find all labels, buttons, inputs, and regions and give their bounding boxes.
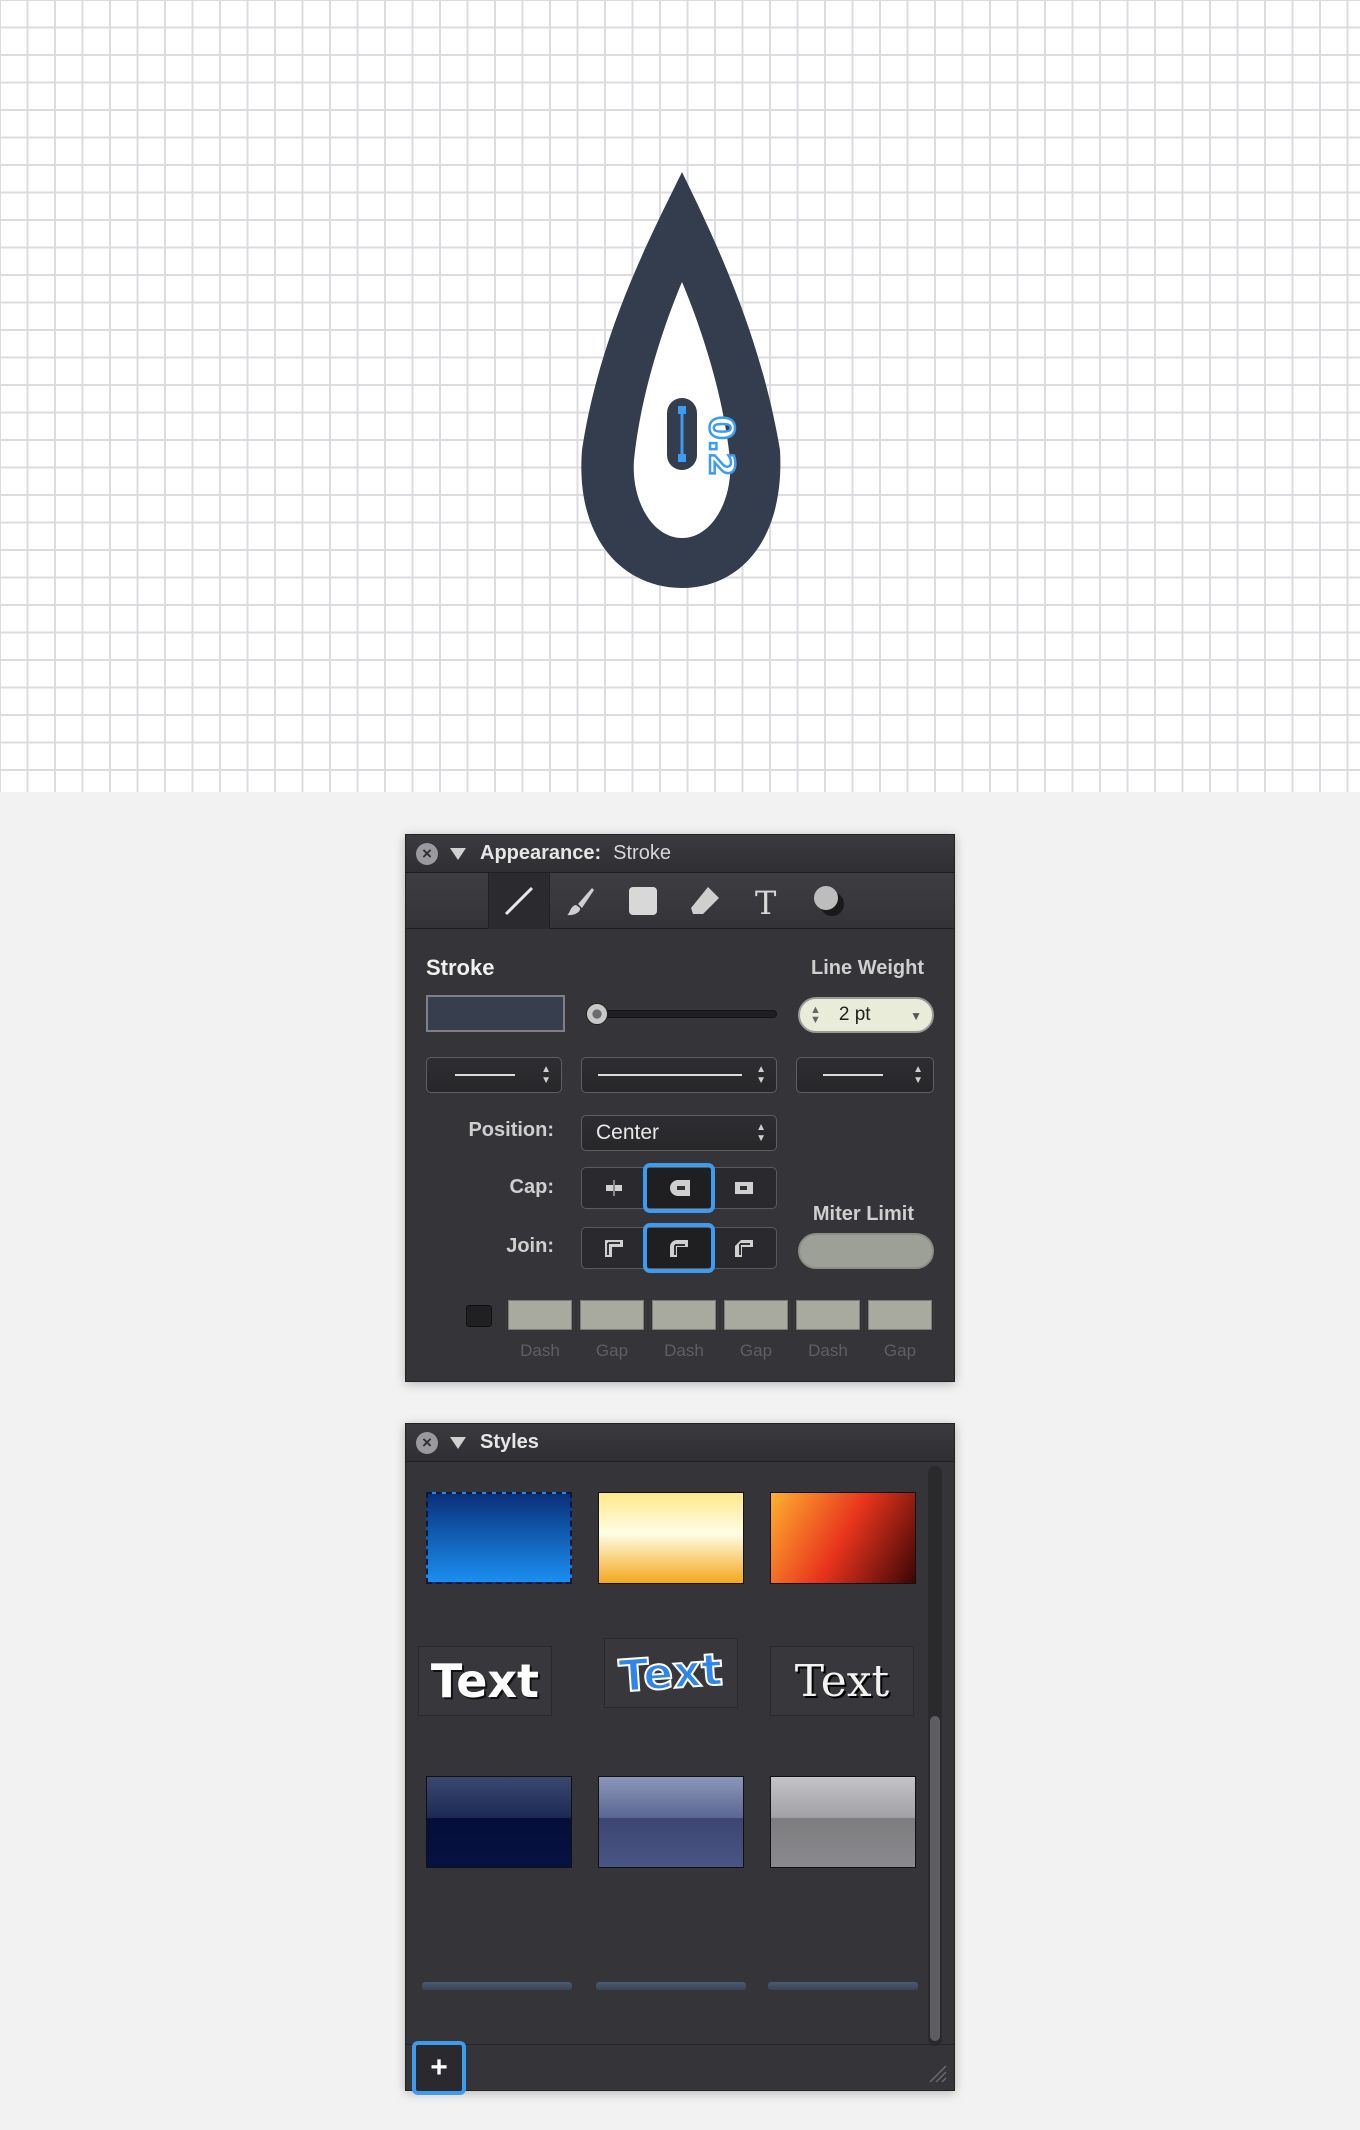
teardrop-shape[interactable]: 0.2	[560, 160, 800, 600]
style-swatch-blue[interactable]	[426, 1492, 572, 1584]
updown-icon: ▲ ▼	[756, 1064, 766, 1086]
dash-label: Dash	[808, 1341, 848, 1360]
styles-panel: × Styles Text Text Text	[405, 1423, 955, 2091]
gap-label: Gap	[739, 1341, 773, 1360]
drawing-canvas[interactable]: 0.2	[0, 0, 1360, 792]
gap-field-1[interactable]	[580, 1300, 644, 1330]
styles-titlebar: × Styles	[406, 1424, 954, 1462]
line-weight-field[interactable]: ▲ ▼ 2 pt ▼	[798, 997, 934, 1033]
gap-field-2[interactable]	[724, 1300, 788, 1330]
opacity-slider-track[interactable]	[589, 1010, 777, 1018]
dimension-label: 0.2	[701, 416, 741, 476]
close-icon[interactable]: ×	[416, 842, 438, 865]
style-swatch-line-1[interactable]	[422, 1982, 572, 1990]
styles-footer	[406, 2044, 954, 2090]
miter-join-icon[interactable]	[582, 1228, 647, 1268]
dash-field-3[interactable]	[796, 1300, 860, 1330]
appearance-titlebar: × Appearance: Stroke	[406, 835, 954, 873]
updown-icon: ▲ ▼	[541, 1064, 551, 1086]
appearance-panel: × Appearance: Stroke T Stroke Line Weigh…	[405, 834, 955, 1382]
panel-subtitle: Stroke	[613, 842, 671, 864]
resize-grip-icon[interactable]	[926, 2062, 948, 2084]
start-arrow-popup[interactable]: ▲ ▼	[426, 1057, 562, 1093]
brush-icon[interactable]	[550, 873, 612, 929]
disclosure-triangle-icon[interactable]	[450, 847, 466, 860]
end-arrow-popup[interactable]: ▲ ▼	[796, 1057, 934, 1093]
style-swatch-navy[interactable]	[426, 1776, 572, 1868]
style-swatch-gold[interactable]	[598, 1492, 744, 1584]
join-segmented-control	[581, 1223, 777, 1273]
style-swatch-red[interactable]	[770, 1492, 916, 1584]
text-T-icon[interactable]: T	[736, 873, 798, 929]
gap-field-3[interactable]	[868, 1300, 932, 1330]
line-style-popup[interactable]: ▲ ▼	[581, 1057, 777, 1093]
line-tool-icon[interactable]	[488, 872, 550, 929]
round-cap-icon[interactable]	[643, 1163, 715, 1213]
scrollbar[interactable]	[928, 1466, 942, 2046]
round-join-icon[interactable]	[643, 1223, 715, 1273]
style-swatch-gray[interactable]	[770, 1776, 916, 1868]
dash-label: Dash	[520, 1341, 560, 1360]
eraser-icon[interactable]	[674, 873, 736, 929]
dash-checkbox[interactable]	[466, 1305, 492, 1327]
cap-label: Cap:	[509, 1176, 554, 1198]
close-icon[interactable]: ×	[416, 1431, 438, 1454]
chevron-down-icon[interactable]: ▼	[910, 1009, 922, 1023]
cap-segmented-control	[581, 1163, 777, 1213]
butt-cap-icon[interactable]	[582, 1168, 647, 1208]
disclosure-triangle-icon[interactable]	[450, 1436, 466, 1449]
miter-limit-label: Miter Limit	[812, 1203, 914, 1225]
stroke-color-well[interactable]	[426, 995, 565, 1032]
square-cap-icon[interactable]	[712, 1168, 776, 1208]
gap-label: Gap	[595, 1341, 629, 1360]
svg-text:T: T	[755, 884, 777, 918]
stepper-icon[interactable]: ▲ ▼	[810, 1005, 821, 1026]
styles-grid: Text Text Text	[406, 1462, 954, 2092]
updown-icon: ▲ ▼	[913, 1064, 923, 1086]
style-text-serif[interactable]: Text	[770, 1646, 914, 1716]
dash-field-1[interactable]	[508, 1300, 572, 1330]
scroll-thumb[interactable]	[930, 1716, 940, 2041]
anchor-point-top	[678, 406, 686, 414]
bevel-join-icon[interactable]	[712, 1228, 776, 1268]
style-swatch-line-3[interactable]	[768, 1982, 918, 1990]
position-popup[interactable]: Center ▲ ▼	[581, 1115, 777, 1151]
shadow-circles-icon[interactable]	[798, 873, 860, 929]
opacity-slider-thumb[interactable]	[586, 1003, 608, 1025]
style-text-blue[interactable]: Text	[604, 1638, 738, 1708]
miter-limit-field[interactable]	[798, 1233, 934, 1269]
stroke-label: Stroke	[426, 955, 495, 980]
line-weight-value[interactable]: 2 pt	[839, 1004, 871, 1026]
updown-icon: ▲ ▼	[756, 1122, 766, 1144]
panel-title: Styles	[480, 1431, 539, 1453]
line-weight-label: Line Weight	[811, 957, 924, 979]
position-value: Center	[596, 1121, 660, 1144]
style-text-bold[interactable]: Text	[418, 1646, 552, 1716]
gap-label: Gap	[883, 1341, 917, 1360]
anchor-point-bottom	[678, 454, 686, 462]
dash-label: Dash	[664, 1341, 704, 1360]
add-style-button[interactable]: +	[412, 2041, 466, 2095]
appearance-toolbar: T	[406, 872, 954, 929]
dash-field-2[interactable]	[652, 1300, 716, 1330]
join-label: Join:	[506, 1235, 554, 1257]
style-swatch-line-2[interactable]	[596, 1982, 746, 1990]
fill-square-icon[interactable]	[612, 873, 674, 929]
panel-title: Appearance:	[480, 842, 602, 864]
style-swatch-slate[interactable]	[598, 1776, 744, 1868]
position-label: Position:	[468, 1119, 554, 1141]
